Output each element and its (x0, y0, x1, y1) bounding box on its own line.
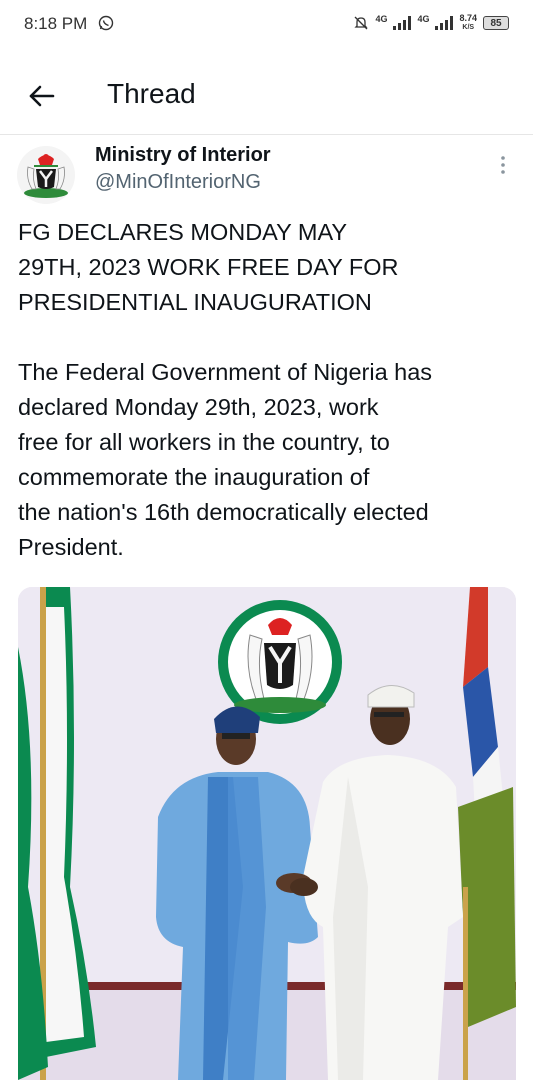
tweet-text: FG DECLARES MONDAY MAY 29TH, 2023 WORK F… (18, 219, 433, 560)
avatar[interactable] (16, 145, 76, 205)
top-app-bar: Thread (0, 60, 533, 135)
author-name[interactable]: Ministry of Interior (95, 144, 271, 167)
author-handle[interactable]: @MinOfInteriorNG (95, 171, 261, 194)
status-icons: 4G 4G 8.74 K/S 85 (353, 14, 509, 32)
back-arrow-icon[interactable] (26, 80, 58, 112)
signal-icon (393, 16, 412, 30)
whatsapp-icon (98, 15, 114, 31)
battery-level: 85 (490, 17, 502, 29)
battery-icon: 85 (483, 16, 509, 30)
network-type-1: 4G (375, 14, 388, 24)
speed-unit: K/S (462, 24, 475, 31)
page-title: Thread (107, 78, 196, 109)
status-bar: 8:18 PM 4G 4G 8.74 K/S 85 (0, 0, 533, 50)
signal-icon-2 (435, 16, 454, 30)
bell-off-icon (354, 16, 369, 30)
inauguration-photo (18, 587, 516, 1080)
more-vertical-icon[interactable] (496, 153, 510, 177)
speed-value: 8.74 (459, 13, 477, 23)
network-type-2: 4G (417, 14, 430, 24)
tweet-image[interactable] (18, 587, 516, 1080)
network-speed: 8.74 K/S (459, 14, 477, 32)
status-time: 8:18 PM (24, 14, 88, 33)
